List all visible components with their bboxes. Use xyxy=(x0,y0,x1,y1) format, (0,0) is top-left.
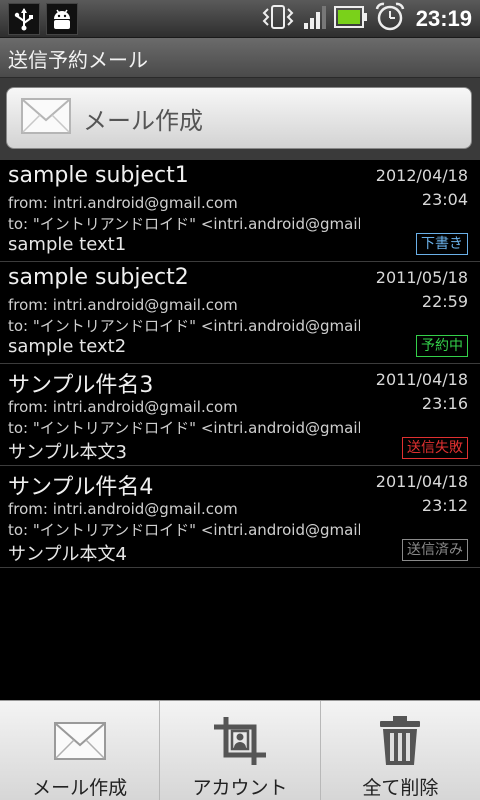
mail-time: 22:59 xyxy=(421,292,468,311)
status-bar: 23:19 xyxy=(0,0,480,38)
mail-date: 2011/05/18 xyxy=(375,268,468,287)
mail-subject: sample subject1 xyxy=(8,163,189,188)
mail-subject: サンプル件名3 xyxy=(8,373,154,398)
android-debug-icon xyxy=(46,3,78,35)
mail-body: サンプル本文4 xyxy=(8,544,127,565)
mail-to: to: "イントリアンドロイド" <intri.android@gmail. xyxy=(8,215,360,233)
mail-body: sample text1 xyxy=(8,234,127,255)
mail-list-item[interactable]: サンプル件名3 2011/04/18 23:16 from: intri.and… xyxy=(0,364,480,466)
account-crop-icon xyxy=(212,715,268,767)
compose-mail-label: メール作成 xyxy=(83,106,203,135)
vibrate-icon xyxy=(260,3,296,35)
mail-date: 2011/04/18 xyxy=(375,472,468,491)
mail-list-item[interactable]: サンプル件名4 2011/04/18 23:12 from: intri.and… xyxy=(0,466,480,568)
trash-icon xyxy=(377,715,423,767)
mail-date: 2012/04/18 xyxy=(375,166,468,185)
mail-list: sample subject1 2012/04/18 23:04 from: i… xyxy=(0,160,480,568)
compose-mail-button[interactable]: メール作成 xyxy=(6,87,472,149)
menu-item-label: アカウント xyxy=(192,777,288,799)
menu-item-account[interactable]: アカウント xyxy=(160,701,321,800)
status-badge: 送信済み xyxy=(402,539,468,561)
mail-to: to: "イントリアンドロイド" <intri.android@gmail. xyxy=(8,419,360,437)
menu-item-compose[interactable]: メール作成 xyxy=(0,701,161,800)
status-clock: 23:19 xyxy=(415,6,472,31)
mail-body: サンプル本文3 xyxy=(8,442,127,463)
mail-body: sample text2 xyxy=(8,336,127,357)
status-badge: 予約中 xyxy=(416,335,468,357)
mail-from: from: intri.android@gmail.com xyxy=(8,194,238,212)
menu-item-label: 全て削除 xyxy=(362,777,439,799)
mail-to: to: "イントリアンドロイド" <intri.android@gmail. xyxy=(8,317,360,335)
menu-item-label: メール作成 xyxy=(32,777,128,799)
mail-subject: sample subject2 xyxy=(8,265,189,290)
mail-time: 23:04 xyxy=(421,190,468,209)
title-bar: 送信予約メール xyxy=(0,38,480,78)
mail-subject: サンプル件名4 xyxy=(8,475,154,500)
mail-list-item[interactable]: sample subject2 2011/05/18 22:59 from: i… xyxy=(0,262,480,364)
compose-bar: メール作成 xyxy=(0,78,480,160)
mail-list-item[interactable]: sample subject1 2012/04/18 23:04 from: i… xyxy=(0,160,480,262)
mail-from: from: intri.android@gmail.com xyxy=(8,500,238,518)
menu-item-delete-all[interactable]: 全て削除 xyxy=(321,701,480,800)
signal-icon xyxy=(302,3,328,35)
mail-from: from: intri.android@gmail.com xyxy=(8,398,238,416)
status-badge: 下書き xyxy=(416,233,468,255)
mail-time: 23:12 xyxy=(421,496,468,515)
page-title: 送信予約メール xyxy=(8,48,148,72)
options-menu: メール作成 アカウント 全て削除 xyxy=(0,700,480,800)
mail-time: 23:16 xyxy=(421,394,468,413)
mail-date: 2011/04/18 xyxy=(375,370,468,389)
envelope-icon xyxy=(53,715,106,767)
envelope-icon xyxy=(21,98,71,138)
alarm-icon xyxy=(374,2,406,36)
status-badge: 送信失敗 xyxy=(402,437,468,459)
battery-icon xyxy=(333,3,368,35)
usb-icon xyxy=(8,3,40,35)
mail-from: from: intri.android@gmail.com xyxy=(8,296,238,314)
mail-to: to: "イントリアンドロイド" <intri.android@gmail. xyxy=(8,521,360,539)
